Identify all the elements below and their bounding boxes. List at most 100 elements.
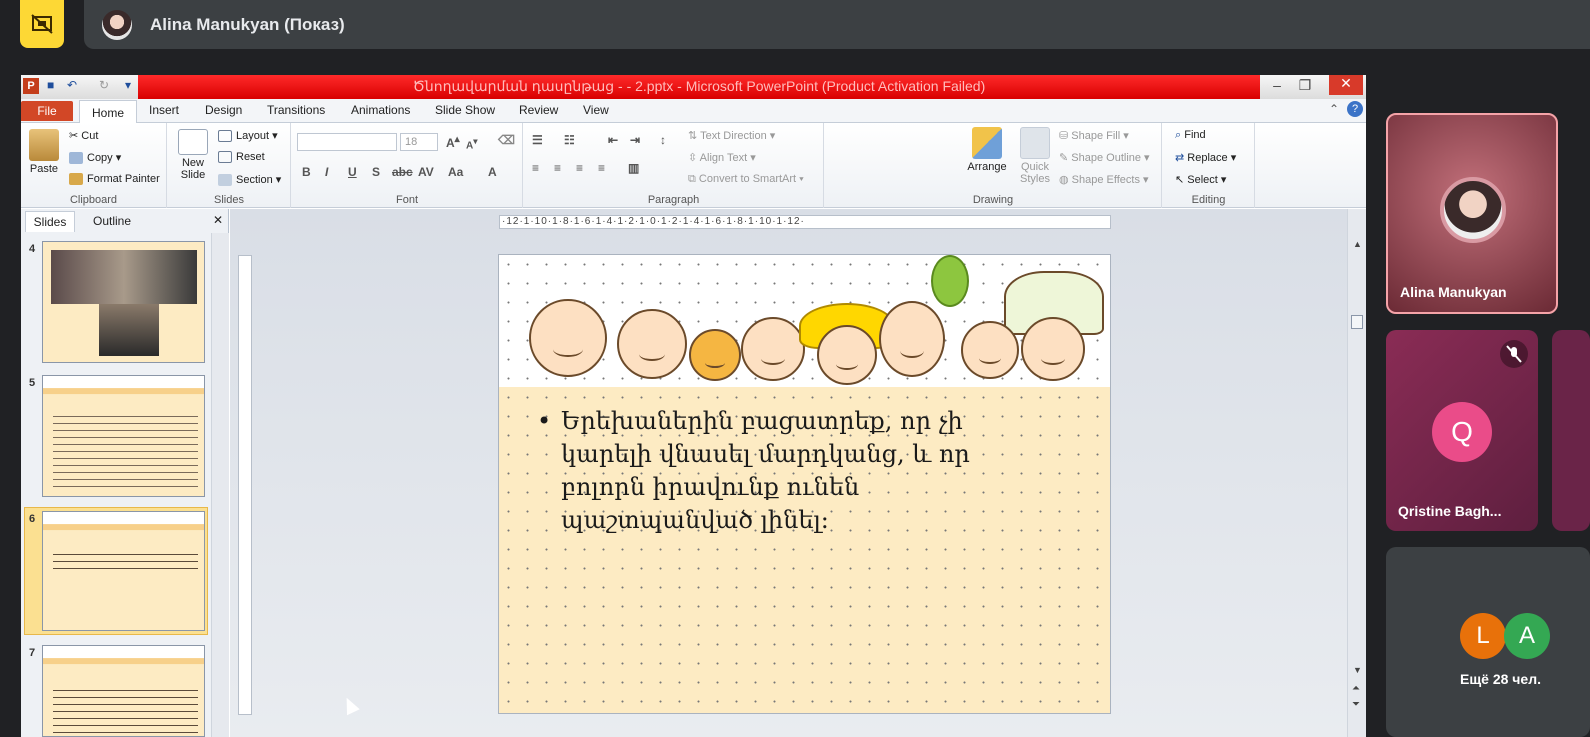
align-right-icon[interactable]: ≡ (576, 161, 583, 175)
font-name-field[interactable] (297, 133, 397, 151)
increase-indent-icon[interactable]: ⇥ (630, 133, 640, 147)
slide-scrollbar[interactable]: ▲ ▼ ⏶ ⏷ (1347, 209, 1366, 737)
shrink-font-icon[interactable]: A▾ (466, 136, 477, 151)
paste-icon (29, 129, 59, 161)
vertical-ruler (238, 255, 252, 715)
clear-formatting-icon[interactable]: ⌫ (498, 133, 515, 147)
photo-collage (51, 250, 197, 304)
tab-view[interactable]: View (583, 103, 609, 117)
scroll-up-icon[interactable]: ▲ (1353, 239, 1362, 249)
convert-smartart-button[interactable]: ⧉ Convert to SmartArt ▾ (688, 173, 804, 186)
participant-tile[interactable]: Q Qristine Bagh... (1386, 330, 1538, 531)
bullets-icon[interactable]: ☰ (532, 133, 543, 147)
copy-button[interactable]: Copy ▾ (69, 151, 121, 165)
format-painter-button[interactable]: Format Painter (69, 173, 160, 186)
stop-presenting-button[interactable] (20, 0, 64, 48)
bold-icon[interactable]: B (302, 165, 311, 179)
tab-review[interactable]: Review (519, 103, 558, 117)
close-icon[interactable]: ✕ (1329, 75, 1363, 95)
quick-styles-button[interactable]: Quick Styles (1013, 127, 1057, 185)
slide-thumbnail-6[interactable] (42, 511, 205, 631)
select-button[interactable]: ↖ Select ▾ (1175, 173, 1226, 186)
align-left-icon[interactable]: ≡ (532, 161, 539, 175)
paste-button[interactable]: Paste (27, 129, 61, 175)
tab-transitions[interactable]: Transitions (267, 103, 325, 117)
effects-icon: ◍ (1059, 174, 1069, 186)
replace-button[interactable]: ⇄ Replace ▾ (1175, 151, 1236, 164)
restore-icon[interactable]: ❐ (1293, 77, 1317, 94)
participant-tile-partial[interactable] (1552, 330, 1590, 531)
columns-icon[interactable]: ▥ (628, 161, 639, 175)
scroll-thumb[interactable] (1351, 315, 1363, 329)
numbering-icon[interactable]: ☷ (564, 133, 575, 147)
slide-thumbnail-7[interactable] (42, 645, 205, 737)
tab-design[interactable]: Design (205, 103, 242, 117)
close-pane-icon[interactable]: ✕ (213, 213, 223, 227)
help-icon[interactable]: ? (1347, 101, 1363, 117)
tab-file[interactable]: File (21, 101, 73, 121)
find-button[interactable]: ⌕ Find (1175, 129, 1206, 142)
avatar: Q (1432, 402, 1492, 462)
tab-animations[interactable]: Animations (351, 103, 410, 117)
kids-banner (43, 646, 204, 676)
shadow-icon[interactable]: S (372, 165, 380, 179)
underline-icon[interactable]: U (348, 165, 357, 179)
previous-slide-icon[interactable]: ⏶ (1352, 683, 1360, 694)
font-size-field[interactable]: 18 (400, 133, 438, 151)
spacing-icon[interactable]: AV (418, 165, 434, 179)
slides-pane-scrollbar[interactable] (211, 233, 229, 737)
cut-button[interactable]: ✂ Cut (69, 129, 98, 142)
strikethrough-icon[interactable]: abc (392, 165, 413, 179)
tab-outline[interactable]: Outline (93, 214, 131, 228)
new-slide-button[interactable]: New Slide (174, 129, 212, 181)
dog-face (689, 329, 741, 381)
decrease-indent-icon[interactable]: ⇤ (608, 133, 618, 147)
minimize-ribbon-icon[interactable]: ⌃ (1329, 102, 1339, 116)
shape-outline-button[interactable]: ✎ Shape Outline ▾ (1059, 151, 1150, 164)
arrange-button[interactable]: Arrange (965, 127, 1009, 173)
new-slide-icon (178, 129, 208, 155)
font-color-icon[interactable]: A (488, 165, 497, 179)
grow-font-icon[interactable]: A▴ (446, 134, 460, 150)
align-center-icon[interactable]: ≡ (554, 161, 561, 175)
tab-slide-show[interactable]: Slide Show (435, 103, 495, 117)
tab-slides[interactable]: Slides (25, 211, 75, 232)
more-participants-tile[interactable]: L A Ещё 28 чел. (1386, 547, 1590, 737)
undo-icon[interactable]: ↶ (67, 78, 77, 92)
clipboard-group: Paste ✂ Cut Copy ▾ Format Painter Clipbo… (21, 123, 167, 208)
redo-icon[interactable]: ↻ (99, 78, 109, 92)
presenter-label: Alina Manukyan (Показ) (150, 14, 345, 34)
next-slide-icon[interactable]: ⏷ (1352, 699, 1360, 710)
change-case-icon[interactable]: Aa (448, 165, 463, 179)
minimize-icon[interactable]: – (1265, 77, 1289, 93)
slide-thumbnail-4[interactable] (42, 241, 205, 363)
italic-icon[interactable]: I (325, 165, 328, 179)
layout-button[interactable]: Layout ▾ (218, 129, 278, 143)
section-button[interactable]: Section ▾ (218, 173, 281, 187)
customize-qat-icon[interactable]: ▾ (125, 78, 131, 92)
justify-icon[interactable]: ≡ (598, 161, 605, 175)
mic-off-icon (1500, 340, 1528, 368)
slide-thumbnail-5[interactable] (42, 375, 205, 497)
line-spacing-icon[interactable]: ↕ (660, 133, 666, 147)
tab-home[interactable]: Home (79, 100, 138, 124)
kid-face (1021, 317, 1085, 381)
self-video-tile[interactable]: Alina Manukyan (1386, 113, 1558, 314)
scroll-down-icon[interactable]: ▼ (1353, 665, 1362, 675)
current-slide[interactable]: Երեխաներին բացատրեք, որ չի կարելի վնասել… (498, 254, 1111, 714)
paint-bucket-icon: ⛁ (1059, 130, 1069, 142)
text-direction-icon: ⇅ (688, 130, 698, 142)
shape-effects-button[interactable]: ◍ Shape Effects ▾ (1059, 173, 1149, 186)
slide-bullet-text[interactable]: Երեխաներին բացատրեք, որ չի կարելի վնասել… (537, 405, 1057, 537)
kids-banner (43, 376, 204, 406)
reset-button[interactable]: Reset (218, 151, 265, 164)
shape-fill-button[interactable]: ⛁ Shape Fill ▾ (1059, 129, 1129, 142)
tab-insert[interactable]: Insert (149, 103, 179, 117)
text-direction-button[interactable]: ⇅ Text Direction ▾ (688, 129, 775, 142)
save-icon[interactable]: ■ (47, 78, 54, 92)
arrange-icon (972, 127, 1002, 159)
brush-icon (69, 173, 83, 186)
drawing-group: ▭╲╲▭○▭△⌐⌐⇨⇩⌓↝⌒⌒{}☆ Arrange Quick Styles … (825, 123, 1162, 208)
slide-number: 4 (29, 243, 36, 255)
align-text-button[interactable]: ⇳ Align Text ▾ (688, 151, 756, 164)
